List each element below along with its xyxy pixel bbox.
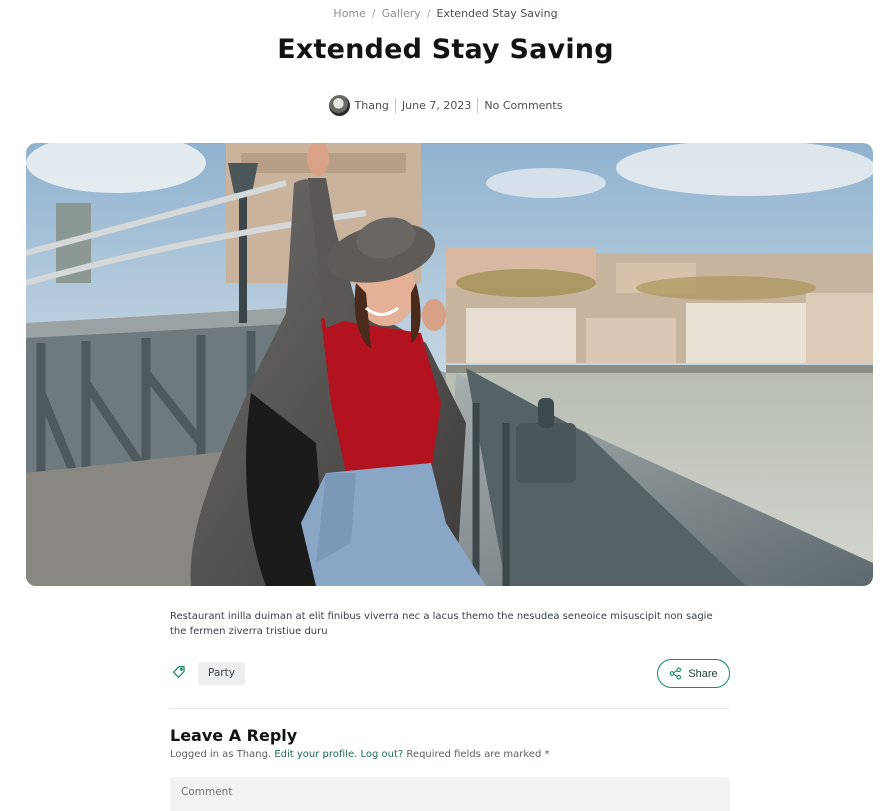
breadcrumb-separator: / (371, 7, 376, 20)
post-excerpt: Restaurant inilla duiman at elit finibus… (170, 611, 713, 637)
featured-image (26, 143, 873, 586)
edit-profile-link[interactable]: Edit your profile. (274, 749, 357, 760)
breadcrumb-current: Extended Stay Saving (436, 7, 558, 20)
logged-in-text: Logged in as Thang. (170, 749, 272, 760)
logout-link[interactable]: Log out? (361, 749, 404, 760)
comments-link[interactable]: No Comments (484, 99, 562, 112)
page-title: Extended Stay Saving (277, 34, 614, 65)
post-date[interactable]: June 7, 2023 (402, 99, 471, 112)
logged-in-notice: Logged in as Thang. Edit your profile. L… (170, 749, 550, 760)
breadcrumb: Home / Gallery / Extended Stay Saving (0, 7, 891, 20)
share-label: Share (688, 667, 718, 680)
page: Home / Gallery / Extended Stay Saving Extend… (0, 0, 891, 811)
divider (170, 708, 730, 709)
author-link[interactable]: Thang (355, 99, 389, 112)
post-meta: Thang June 7, 2023 No Comments (0, 95, 891, 116)
reply-title: Leave A Reply (170, 726, 298, 745)
tag-party[interactable]: Party (198, 662, 245, 685)
required-note: Required fields are marked * (406, 749, 550, 760)
tag-icon (171, 664, 187, 680)
comment-input[interactable] (170, 777, 730, 811)
breadcrumb-separator: / (426, 7, 431, 20)
breadcrumb-home[interactable]: Home (333, 7, 365, 20)
meta-divider (477, 98, 479, 113)
share-button[interactable]: Share (657, 659, 730, 688)
breadcrumb-gallery[interactable]: Gallery (382, 7, 421, 20)
avatar[interactable] (328, 95, 350, 116)
meta-divider (394, 98, 396, 113)
share-icon (669, 667, 682, 680)
